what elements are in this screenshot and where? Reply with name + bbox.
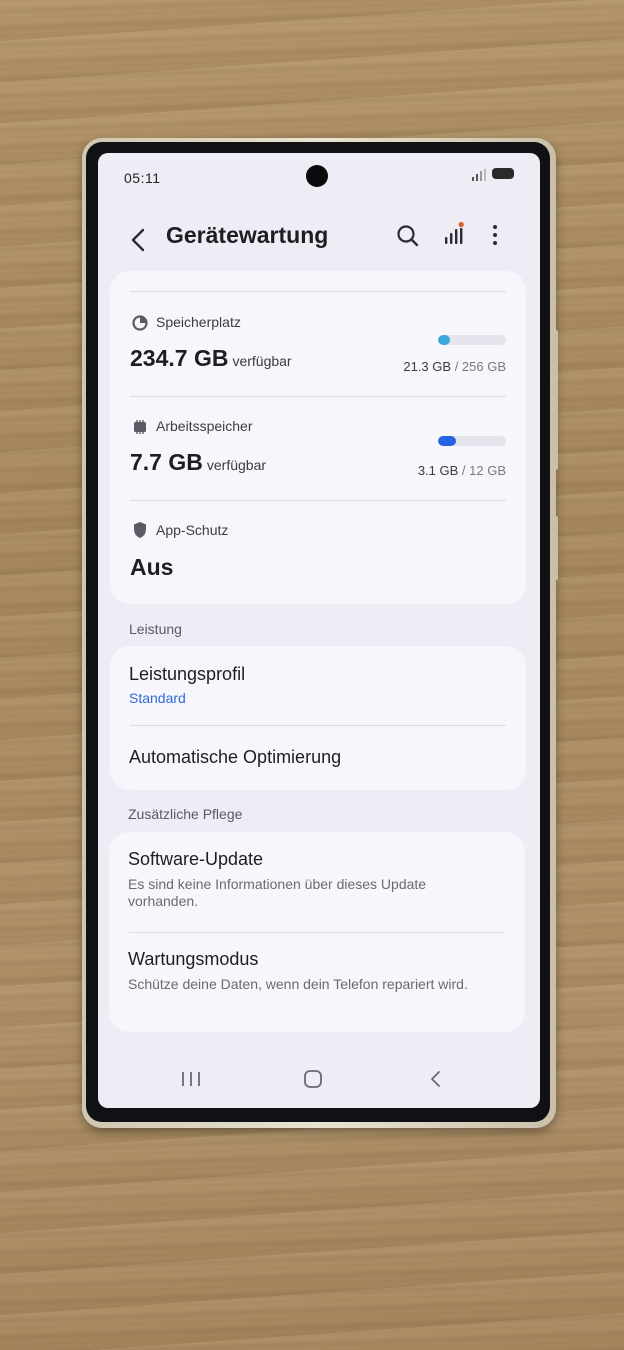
pie-chart-icon <box>132 315 148 331</box>
memory-available-value: 7.7 GB <box>130 449 203 475</box>
auto-optimization-item[interactable]: Automatische Optimierung <box>110 726 526 790</box>
storage-label: Speicherplatz <box>156 314 241 330</box>
home-icon[interactable] <box>302 1069 324 1089</box>
front-camera <box>306 165 328 187</box>
maintenance-mode-subtitle: Schütze deine Daten, wenn dein Telefon r… <box>128 976 468 992</box>
chevron-left-icon[interactable] <box>128 227 150 253</box>
section-header-performance: Leistung <box>129 621 182 637</box>
storage-row[interactable]: Speicherplatz 234.7 GB verfügbar 21.3 GB … <box>110 295 526 395</box>
app-protection-value: Aus <box>130 554 174 580</box>
nav-back-icon[interactable] <box>425 1069 447 1089</box>
screen: 05:11 Gerätewartung Speicherplatz 234.7 … <box>98 153 540 1108</box>
maintenance-mode-item[interactable]: Wartungsmodus Schütze deine Daten, wenn … <box>109 933 525 1032</box>
software-update-subtitle: Es sind keine Informationen über dieses … <box>128 876 427 909</box>
storage-used: 21.3 GB <box>403 359 452 374</box>
memory-row[interactable]: Arbeitsspeicher 7.7 GB verfügbar 3.1 GB /… <box>110 399 526 499</box>
app-protection-row[interactable]: App-Schutz Aus <box>110 503 526 603</box>
maintenance-mode-title: Wartungsmodus <box>128 949 259 969</box>
status-time: 05:11 <box>124 170 161 186</box>
memory-usage: 3.1 GB / 12 GB <box>418 463 506 478</box>
memory-available-suffix: verfügbar <box>206 457 267 473</box>
app-protection-label: App-Schutz <box>156 522 229 538</box>
memory-available: 7.7 GB verfügbar <box>130 449 266 476</box>
storage-bar-fill <box>438 335 451 345</box>
performance-profile-value: Standard <box>129 690 186 706</box>
performance-profile-item[interactable]: Leistungsprofil Standard <box>110 646 526 724</box>
status-card: Speicherplatz 234.7 GB verfügbar 21.3 GB … <box>110 271 526 604</box>
memory-used: 3.1 GB <box>417 463 459 478</box>
storage-available-suffix: verfügbar <box>232 353 292 369</box>
software-update-item[interactable]: Software-Update Es sind keine Informatio… <box>109 832 525 932</box>
recents-icon[interactable] <box>180 1069 202 1089</box>
signal-bars-icon[interactable] <box>442 220 468 248</box>
page-title: Gerätewartung <box>166 222 329 248</box>
storage-usage: 21.3 GB / 256 GB <box>403 359 506 374</box>
performance-profile-title: Leistungsprofil <box>129 664 246 684</box>
memory-label: Arbeitsspeicher <box>156 418 253 434</box>
divider <box>130 291 506 292</box>
performance-card: Leistungsprofil Standard Automatische Op… <box>110 646 526 790</box>
memory-bar-fill <box>438 436 456 446</box>
shield-icon <box>134 522 146 538</box>
storage-total: / 256 GB <box>454 359 506 374</box>
auto-optimization-title: Automatische Optimierung <box>129 747 342 767</box>
volume-button <box>553 330 558 470</box>
more-vert-icon[interactable] <box>488 222 502 248</box>
extra-care-card: Software-Update Es sind keine Informatio… <box>109 832 525 1032</box>
chip-icon <box>134 420 146 434</box>
memory-total: / 12 GB <box>461 463 506 478</box>
divider <box>130 500 506 501</box>
search-icon[interactable] <box>395 223 421 249</box>
storage-available-value: 234.7 GB <box>130 345 229 371</box>
storage-bar <box>438 335 506 345</box>
memory-bar <box>438 436 506 446</box>
notification-dot <box>458 221 464 228</box>
software-update-title: Software-Update <box>128 849 264 869</box>
power-button <box>553 516 558 580</box>
battery-icon <box>492 168 514 179</box>
divider <box>130 396 506 397</box>
section-header-extra-care: Zusätzliche Pflege <box>128 806 243 822</box>
storage-available: 234.7 GB verfügbar <box>130 345 292 372</box>
cell-signal-icon <box>472 169 486 181</box>
